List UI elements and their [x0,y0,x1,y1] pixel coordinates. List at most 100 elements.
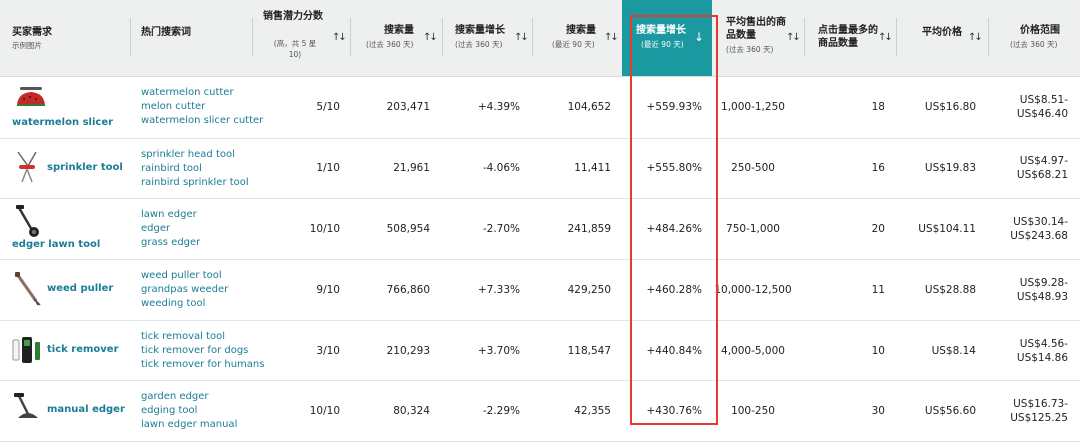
keyword-link[interactable]: watermelon slicer cutter [141,114,263,128]
avg-price: US$104.11 [918,223,976,235]
sort-icon[interactable]: ↑↓ [514,32,529,43]
keyword-link[interactable]: lawn edger [141,208,200,222]
keyword-link[interactable]: garden edger [141,390,237,404]
price-high: US$14.86 [1016,352,1068,364]
header-keywords-title: 热门搜索词 [141,27,191,38]
sprinkler-tool-icon [17,151,37,183]
keyword-link[interactable]: edger [141,222,200,236]
keyword-link[interactable]: grandpas weeder [141,283,228,297]
keyword-link[interactable]: sprinkler head tool [141,148,249,162]
price-high: US$46.40 [1016,108,1068,120]
keyword-link[interactable]: tick removal tool [141,330,264,344]
demand-name-link[interactable]: sprinkler tool [47,162,123,173]
header-demand: 买家需求 示例图片 [0,0,130,76]
search-volume-360: 203,471 [386,101,430,113]
header-clicked[interactable]: 点击量最多的商品数量 ↑↓ [804,0,896,76]
header-demand-title: 买家需求 [12,27,52,38]
demand-name-link[interactable]: edger lawn tool [12,239,100,250]
header-keywords: 热门搜索词 [130,0,252,76]
sort-icon[interactable]: ↑↓ [604,32,619,43]
header-potential[interactable]: 销售潜力分数 (高，共 5 星 10) ↑↓ [252,0,350,76]
search-volume-360: 80,324 [393,405,430,417]
header-potential-sub: (高，共 5 星 10) [273,39,317,59]
demand-name-link[interactable]: manual edger [47,404,125,415]
table-row: weed puller weed puller tool grandpas we… [0,259,1080,321]
search-growth-360: +4.39% [477,101,520,113]
search-growth-90: +430.76% [646,405,702,417]
table-row: sprinkler tool sprinkler head tool rainb… [0,138,1080,199]
search-growth-360: -2.29% [482,405,520,417]
avg-price: US$16.80 [924,101,976,113]
header-growth-90-title: 搜索量增长 [636,25,686,36]
keyword-list: lawn edger edger grass edger [141,208,200,250]
clicked-count: 18 [871,101,885,113]
sort-icon[interactable]: ↑↓ [423,32,438,43]
search-growth-90: +460.28% [646,284,702,296]
keyword-list: watermelon cutter melon cutter watermelo… [141,86,263,128]
keyword-link[interactable]: melon cutter [141,100,263,114]
price-high: US$243.68 [1010,230,1068,242]
price-low: US$8.51- [1019,94,1068,106]
price-range: US$4.56- US$14.86 [990,337,1068,365]
tick-remover-icon [12,337,40,363]
search-growth-360: -4.06% [482,162,520,174]
clicked-count: 11 [871,284,885,296]
edger-lawn-tool-icon [16,205,39,237]
keyword-link[interactable]: rainbird tool [141,162,249,176]
keyword-link[interactable]: tick remover for dogs [141,344,264,358]
header-growth-90[interactable]: 搜索量增长 (最近 90 天) ↓ [622,0,712,76]
keyword-list: tick removal tool tick remover for dogs … [141,330,264,372]
sort-icon[interactable]: ↑↓ [786,32,801,43]
sort-down-icon[interactable]: ↓ [694,30,704,44]
avg-sold: 1,000-1,250 [721,101,785,113]
search-growth-360: -2.70% [482,223,520,235]
header-growth-360-title: 搜索量增长 [455,25,505,36]
potential-score: 9/10 [316,284,340,296]
header-avg-price[interactable]: 平均价格 ↑↓ [896,0,988,76]
price-high: US$68.21 [1016,169,1068,181]
table-row: manual edger garden edger edging tool la… [0,380,1080,442]
search-volume-360: 508,954 [386,223,430,235]
sort-icon[interactable]: ↑↓ [332,32,347,43]
keyword-link[interactable]: weed puller tool [141,269,228,283]
header-clicked-title: 点击量最多的商品数量 [818,25,878,49]
keyword-link[interactable]: watermelon cutter [141,86,263,100]
sort-icon[interactable]: ↑↓ [968,32,983,43]
header-price-range: 价格范围 (过去 360 天) [988,0,1080,76]
price-high: US$48.93 [1016,291,1068,303]
price-low: US$16.73- [1013,398,1068,410]
keyword-link[interactable]: rainbird sprinkler tool [141,176,249,190]
keyword-link[interactable]: lawn edger manual [141,418,237,432]
clicked-count: 10 [871,345,885,357]
search-volume-90: 118,547 [567,345,611,357]
price-range: US$4.97- US$68.21 [990,154,1068,182]
keyword-link[interactable]: weeding tool [141,297,228,311]
search-volume-90: 42,355 [574,405,611,417]
price-low: US$4.56- [1019,338,1068,350]
search-volume-90: 241,859 [567,223,611,235]
demand-name-link[interactable]: tick remover [47,344,119,355]
potential-score: 10/10 [309,405,340,417]
search-growth-360: +7.33% [477,284,520,296]
keyword-link[interactable]: edging tool [141,404,237,418]
avg-sold: 750-1,000 [726,223,780,235]
avg-price: US$8.14 [931,345,976,357]
price-range: US$8.51- US$46.40 [990,93,1068,121]
avg-sold: 100-250 [731,405,775,417]
header-price-range-title: 价格范围 [1020,25,1060,36]
clicked-count: 30 [871,405,885,417]
header-volume-360-sub: (过去 360 天) [366,40,414,49]
keyword-link[interactable]: grass edger [141,236,200,250]
price-high: US$125.25 [1010,412,1068,424]
sort-icon[interactable]: ↑↓ [878,32,893,43]
header-volume-90[interactable]: 搜索量 (最近 90 天) ↑↓ [532,0,622,76]
keyword-link[interactable]: tick remover for humans [141,358,264,372]
header-volume-360[interactable]: 搜索量 (过去 360 天) ↑↓ [350,0,442,76]
header-growth-360[interactable]: 搜索量增长 (过去 360 天) ↑↓ [442,0,532,76]
avg-price: US$28.88 [924,284,976,296]
table-row: watermelon slicer watermelon cutter melo… [0,77,1080,139]
demand-name-link[interactable]: watermelon slicer [12,117,113,128]
demand-name-link[interactable]: weed puller [47,283,113,294]
header-avg-sold[interactable]: 平均售出的商品数量 (过去 360 天) ↑↓ [712,0,804,76]
clicked-count: 20 [871,223,885,235]
